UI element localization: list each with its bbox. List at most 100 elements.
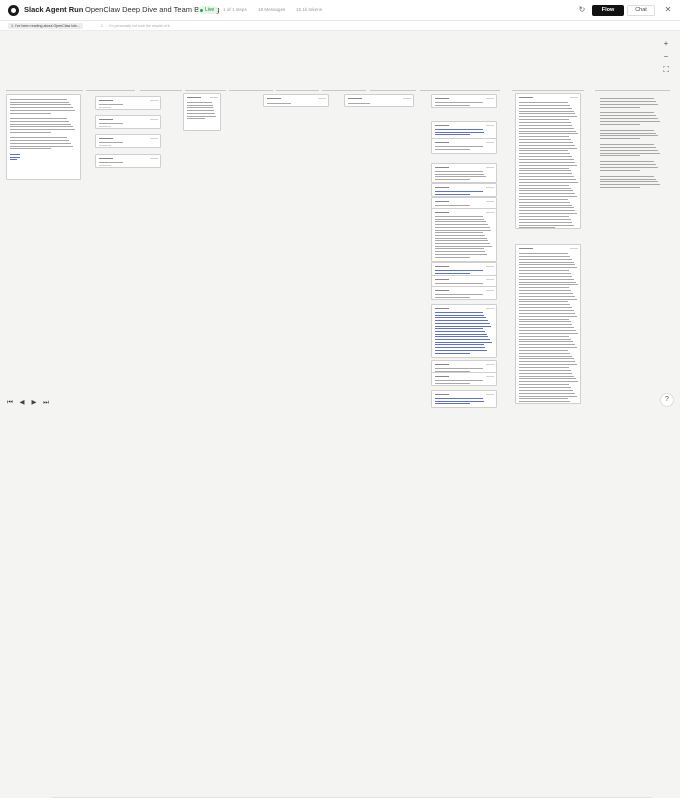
text-line xyxy=(435,317,487,319)
text-line xyxy=(519,338,572,340)
text-line xyxy=(519,133,578,135)
tool-call-card-2[interactable] xyxy=(95,115,161,129)
text-line xyxy=(519,253,569,254)
text-line xyxy=(600,164,657,165)
text-line xyxy=(600,184,661,185)
text-line xyxy=(10,118,67,119)
text-line xyxy=(519,181,578,183)
tool-call-title xyxy=(99,158,113,159)
text-line xyxy=(435,102,483,103)
text-line xyxy=(187,118,205,119)
text-line xyxy=(10,101,69,103)
text-line xyxy=(519,278,575,280)
message-card-user[interactable] xyxy=(6,94,81,180)
assistant-step-card-7[interactable] xyxy=(431,208,497,262)
column-header-6 xyxy=(276,86,319,91)
zoom-out-button[interactable]: − xyxy=(660,51,672,62)
text-line xyxy=(600,155,640,157)
assistant-step-card-13[interactable] xyxy=(431,372,497,386)
last-step-button[interactable]: ⏭ xyxy=(41,398,51,408)
column-header-3 xyxy=(140,86,182,91)
text-line xyxy=(519,332,578,334)
text-line xyxy=(519,119,569,120)
prev-step-button[interactable]: ◀ xyxy=(17,398,27,408)
text-line xyxy=(519,384,570,385)
text-line xyxy=(519,127,575,129)
help-button[interactable]: ? xyxy=(660,393,674,407)
refresh-icon[interactable]: ↻ xyxy=(576,4,588,16)
text-line xyxy=(435,320,488,321)
text-line xyxy=(519,121,571,123)
text-line xyxy=(10,159,18,160)
text-line xyxy=(10,123,71,125)
fit-view-button[interactable]: ⛶ xyxy=(660,64,672,75)
flow-canvas[interactable]: + − ⛶ xyxy=(0,31,680,413)
text-line xyxy=(435,148,470,150)
text-line xyxy=(435,380,483,381)
step-title xyxy=(435,187,449,188)
step-chip-1[interactable]: 1. I've been reading about OpenClaw lots… xyxy=(8,23,83,29)
zoom-in-button[interactable]: + xyxy=(660,38,672,49)
assistant-step-card-8[interactable] xyxy=(431,262,497,276)
assistant-step-card-10[interactable] xyxy=(431,286,497,300)
text-line xyxy=(519,284,578,286)
text-line xyxy=(519,275,573,277)
assistant-step-card-2[interactable] xyxy=(431,121,497,139)
assistant-step-card-5[interactable] xyxy=(431,183,497,197)
chat-button[interactable]: Chat xyxy=(627,5,655,16)
text-line xyxy=(187,115,217,117)
text-line xyxy=(435,171,483,172)
tool-call-title xyxy=(99,138,113,139)
tool-call-title xyxy=(99,100,113,101)
tool-result-card[interactable] xyxy=(183,93,221,131)
text-line xyxy=(435,179,470,180)
text-line xyxy=(435,218,485,220)
assistant-step-card-3[interactable] xyxy=(431,138,497,154)
close-icon[interactable]: ✕ xyxy=(662,4,674,16)
tool-call-card-5[interactable] xyxy=(263,94,329,107)
step-title xyxy=(435,266,449,267)
text-line xyxy=(519,196,577,197)
tool-result-title xyxy=(187,97,201,98)
tool-call-card-4[interactable] xyxy=(95,154,161,168)
text-line xyxy=(519,167,569,169)
text-line xyxy=(519,113,576,115)
text-line xyxy=(435,237,487,239)
text-line xyxy=(435,330,485,332)
tool-call-card-6[interactable] xyxy=(344,94,414,107)
text-line xyxy=(435,272,470,274)
text-line xyxy=(519,344,575,345)
flow-button[interactable]: Flow xyxy=(592,5,624,16)
text-line xyxy=(519,341,573,343)
assistant-step-card-11[interactable] xyxy=(431,304,497,358)
step-title xyxy=(435,201,449,202)
text-line xyxy=(435,349,488,351)
assistant-response-card[interactable] xyxy=(515,93,581,229)
text-line xyxy=(10,104,71,106)
text-line xyxy=(519,290,572,291)
next-step-button[interactable]: ▶ xyxy=(29,398,39,408)
live-badge: Live xyxy=(198,6,219,14)
first-step-button[interactable]: ⏮ xyxy=(5,398,15,408)
assistant-step-card-4[interactable] xyxy=(431,163,497,183)
text-line xyxy=(435,283,483,284)
tool-call-title xyxy=(348,98,362,99)
text-line xyxy=(10,140,69,141)
text-line xyxy=(519,136,570,137)
text-line xyxy=(99,104,123,105)
assistant-response-card-2[interactable] xyxy=(515,244,581,404)
tool-call-card-3[interactable] xyxy=(95,134,161,148)
text-line xyxy=(519,292,573,294)
column-header-7 xyxy=(322,86,366,91)
card-actions-icon xyxy=(486,98,494,99)
card-actions-icon xyxy=(486,201,494,202)
tool-call-card-1[interactable] xyxy=(95,96,161,110)
text-line xyxy=(435,131,485,133)
column-header-2 xyxy=(86,86,135,91)
step-chip-2[interactable]: 2. ... I'm personally not sure the resul… xyxy=(98,23,173,29)
text-line xyxy=(435,322,490,324)
text-line xyxy=(10,99,67,100)
text-line xyxy=(519,329,576,331)
text-line xyxy=(519,153,570,154)
assistant-step-card-1[interactable] xyxy=(431,94,497,108)
